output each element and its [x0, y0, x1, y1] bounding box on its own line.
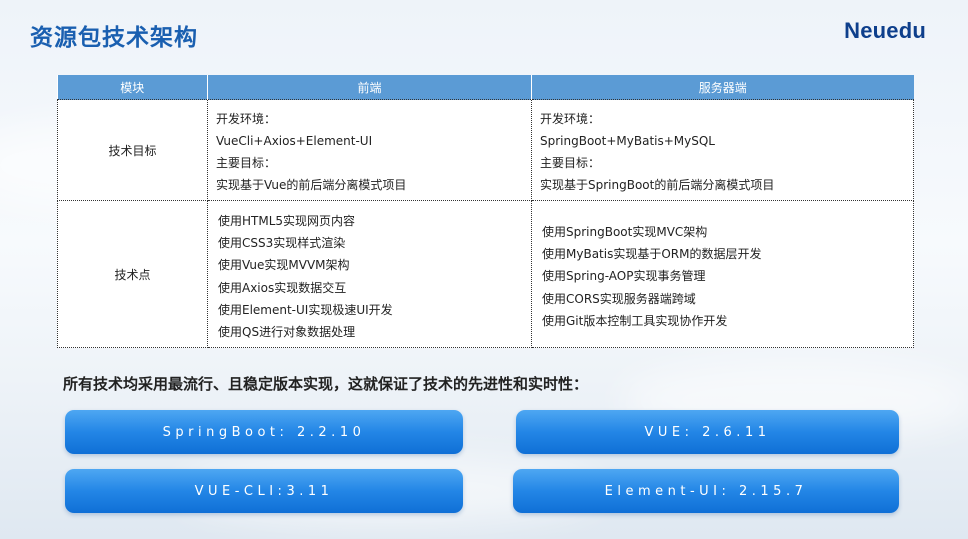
- server-goal-cell: 开发环境： SpringBoot+MyBatis+MySQL 主要目标： 实现基…: [531, 99, 914, 201]
- cell-line: 开发环境：: [216, 112, 277, 126]
- cell-line: 使用Git版本控制工具实现协作开发: [542, 313, 728, 328]
- cell-line: 开发环境：: [540, 112, 601, 126]
- cell-line: 实现基于Vue的前后端分离模式项目: [216, 178, 407, 192]
- frontend-techpoints-cell: 使用HTML5实现网页内容 使用CSS3实现样式渲染 使用Vue实现MVVM架构…: [207, 199, 532, 349]
- row-label: 技术点: [57, 199, 208, 349]
- table-header-row: 模块 前端 服务器端: [57, 75, 914, 100]
- version-badge-vue: VUE: 2.6.11: [516, 410, 899, 454]
- column-header-frontend: 前端: [207, 75, 532, 100]
- brand-logo: Neuedu: [844, 18, 926, 43]
- cell-line: 主要目标：: [216, 156, 277, 170]
- cell-line: SpringBoot+MyBatis+MySQL: [540, 134, 715, 148]
- summary-text: 所有技术均采用最流行、且稳定版本实现，这就保证了技术的先进性和实时性：: [63, 375, 589, 393]
- version-badge-vue-cli: VUE-CLI:3.11: [65, 469, 463, 513]
- cell-line: 使用Element-UI实现极速UI开发: [218, 302, 393, 317]
- cell-line: 使用CSS3实现样式渲染: [218, 236, 346, 251]
- cell-line: 使用CORS实现服务器端跨域: [542, 291, 696, 306]
- cell-line: 使用HTML5实现网页内容: [218, 214, 356, 228]
- cell-line: 使用Vue实现MVVM架构: [218, 258, 350, 273]
- version-badge-springboot: SpringBoot: 2.2.10: [65, 410, 463, 454]
- column-header-module: 模块: [57, 75, 208, 100]
- table-row: 技术点 使用HTML5实现网页内容 使用CSS3实现样式渲染 使用Vue实现MV…: [57, 199, 914, 349]
- cell-line: 使用QS进行对象数据处理: [218, 325, 356, 340]
- cell-line: VueCli+Axios+Element-UI: [216, 134, 373, 148]
- frontend-goal-cell: 开发环境： VueCli+Axios+Element-UI 主要目标： 实现基于…: [207, 99, 532, 201]
- cell-line: 使用SpringBoot实现MVC架构: [542, 225, 708, 239]
- cell-line: 使用Axios实现数据交互: [218, 280, 347, 295]
- cell-line: 使用MyBatis实现基于ORM的数据层开发: [542, 247, 762, 262]
- row-label: 技术目标: [57, 99, 208, 201]
- column-header-server: 服务器端: [531, 75, 914, 100]
- cell-line: 实现基于SpringBoot的前后端分离模式项目: [540, 178, 775, 192]
- architecture-table: 模块 前端 服务器端 技术目标 开发环境： VueCli+Axios+Eleme…: [57, 75, 914, 349]
- cell-line: 使用Spring-AOP实现事务管理: [542, 269, 706, 284]
- slide-title: 资源包技术架构: [30, 25, 198, 51]
- table-row: 技术目标 开发环境： VueCli+Axios+Element-UI 主要目标：…: [57, 99, 914, 201]
- cell-line: 主要目标：: [540, 156, 601, 170]
- server-techpoints-cell: 使用SpringBoot实现MVC架构 使用MyBatis实现基于ORM的数据层…: [531, 199, 914, 349]
- version-badge-element-ui: Element-UI: 2.15.7: [513, 469, 899, 513]
